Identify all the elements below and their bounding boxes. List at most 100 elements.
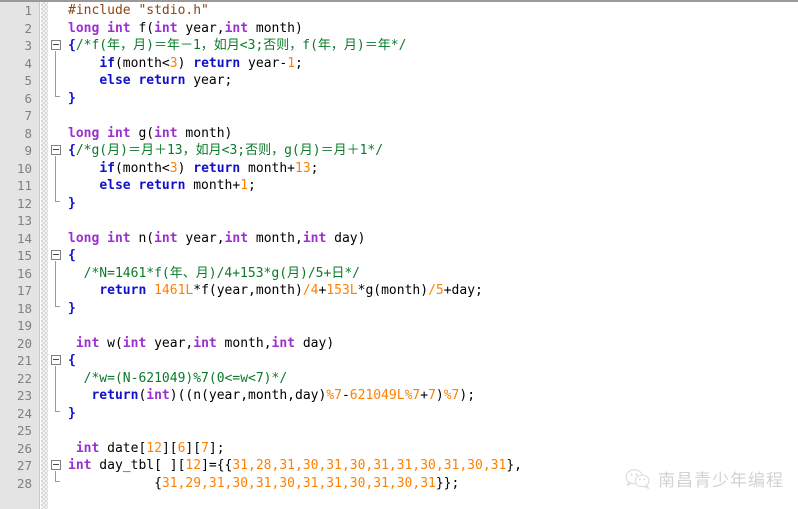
token: 12: [185, 458, 202, 473]
code-line[interactable]: 5 else return year;: [0, 72, 798, 90]
code-line[interactable]: 23 return(int)((n(year,month,day)%7-6210…: [0, 387, 798, 405]
code-text[interactable]: }: [68, 195, 76, 213]
fold-collapse-icon[interactable]: [51, 355, 61, 365]
fold-range-end: [55, 305, 60, 307]
code-line[interactable]: 11 else return month+1;: [0, 177, 798, 195]
code-text[interactable]: else return year;: [68, 72, 232, 90]
line-number: 12: [16, 195, 32, 211]
code-text[interactable]: long int f(int year,int month): [68, 20, 303, 38]
token: ][: [161, 440, 178, 456]
code-text[interactable]: else return month+1;: [68, 177, 256, 195]
code-lines-container[interactable]: 1 #include "stdio.h" 2 long int f(int year,…: [0, 2, 798, 509]
token: ;: [295, 55, 303, 71]
token: /*N=1461*f(年、月)/4+153*g(月)/5+日*/: [83, 265, 360, 281]
token: day): [295, 335, 335, 351]
token: %7: [326, 388, 342, 403]
code-line[interactable]: 2 long int f(int year,int month): [0, 20, 798, 38]
code-line[interactable]: 14 long int n(int year,int month,int day): [0, 230, 798, 248]
code-line[interactable]: 17 return 1461L*f(year,month)/4+153L*g(m…: [0, 282, 798, 300]
code-text[interactable]: if(month<3) return month+13;: [68, 160, 318, 178]
line-number: 5: [24, 73, 32, 88]
token: 31,28,31,30,31,30,31,31,30,31,30,31: [232, 458, 507, 473]
code-text[interactable]: int day_tbl[ ][12]={{31,28,31,30,31,30,3…: [68, 457, 522, 475]
code-text[interactable]: {: [68, 352, 76, 370]
code-text[interactable]: {/*g(月)＝月＋13，如月<3;否则，g(月)＝月＋1*/: [68, 142, 383, 160]
token: 7: [428, 388, 436, 403]
code-line[interactable]: 25: [0, 422, 798, 440]
code-text[interactable]: }: [68, 300, 76, 318]
line-number: 16: [16, 265, 32, 281]
token: 3: [169, 55, 178, 71]
fold-collapse-icon[interactable]: [51, 145, 61, 155]
code-line[interactable]: 4 if(month<3) return year-1;: [0, 55, 798, 73]
code-text[interactable]: }: [68, 405, 76, 423]
line-number: 14: [16, 230, 32, 246]
code-text[interactable]: return 1461L*f(year,month)/4+153L*g(mont…: [68, 282, 483, 300]
code-text[interactable]: if(month<3) return year-1;: [68, 55, 303, 73]
code-line[interactable]: 20 int w(int year,int month,int day): [0, 335, 798, 353]
code-line[interactable]: 10 if(month<3) return month+13;: [0, 160, 798, 178]
code-text[interactable]: #include "stdio.h": [68, 2, 209, 20]
token: *f(year,month): [193, 283, 303, 298]
token: day): [326, 230, 366, 246]
code-line[interactable]: 21 {: [0, 352, 798, 370]
code-text[interactable]: {: [68, 247, 76, 265]
code-text[interactable]: int date[12][6][7];: [68, 440, 225, 458]
token: return: [193, 160, 241, 176]
code-line[interactable]: 15 {: [0, 247, 798, 265]
code-text[interactable]: {31,29,31,30,31,30,31,31,30,31,30,31}};: [68, 475, 459, 493]
token: month+: [185, 178, 241, 193]
code-text[interactable]: long int g(int month): [68, 125, 232, 143]
fold-range-end: [55, 200, 60, 202]
code-line[interactable]: 26 int date[12][6][7];: [0, 440, 798, 458]
code-line[interactable]: 8 long int g(int month): [0, 125, 798, 143]
code-line[interactable]: 3 {/*f(年，月)＝年－1，如月<3;否则，f(年，月)＝年*/: [0, 37, 798, 55]
token: /4: [302, 283, 319, 298]
token: 1461L: [154, 283, 194, 298]
code-line[interactable]: 22 /*w=(N-621049)%7(0<=w<7)*/: [0, 370, 798, 388]
code-line[interactable]: 9 {/*g(月)＝月＋13，如月<3;否则，g(月)＝月＋1*/: [0, 142, 798, 160]
code-text[interactable]: long int n(int year,int month,int day): [68, 230, 365, 248]
token: +day;: [443, 283, 483, 298]
code-text[interactable]: int w(int year,int month,int day): [68, 335, 334, 353]
code-line[interactable]: 18}: [0, 300, 798, 318]
token: {: [68, 475, 162, 491]
code-text[interactable]: /*w=(N-621049)%7(0<=w<7)*/: [68, 370, 288, 388]
code-text[interactable]: return(int)((n(year,month,day)%7-621049L…: [68, 387, 475, 405]
code-text[interactable]: {/*f(年，月)＝年－1，如月<3;否则，f(年，月)＝年*/: [68, 37, 406, 55]
fold-collapse-icon[interactable]: [51, 460, 61, 470]
token: 3: [169, 160, 178, 176]
line-number: 22: [16, 370, 32, 386]
line-number: 27: [16, 458, 32, 473]
code-line[interactable]: 16 /*N=1461*f(年、月)/4+153*g(月)/5+日*/: [0, 265, 798, 283]
code-line[interactable]: 12}: [0, 195, 798, 213]
line-number: 9: [24, 143, 32, 158]
line-number: 28: [16, 475, 32, 491]
fold-collapse-icon[interactable]: [51, 250, 61, 260]
code-line[interactable]: 6}: [0, 90, 798, 108]
code-line[interactable]: 27 int day_tbl[ ][12]={{31,28,31,30,31,30…: [0, 457, 798, 475]
token: if: [99, 160, 115, 176]
fold-collapse-icon[interactable]: [51, 40, 61, 50]
code-line[interactable]: 28 {31,29,31,30,31,30,31,31,30,31,30,31}…: [0, 475, 798, 493]
fold-range-line: [55, 51, 56, 96]
token: }: [68, 195, 76, 211]
line-number: 1: [24, 3, 32, 18]
source-editor[interactable]: 1 #include "stdio.h" 2 long int f(int year,…: [0, 2, 798, 509]
code-line[interactable]: 7: [0, 107, 798, 125]
token: +: [420, 388, 429, 403]
token: int: [75, 440, 100, 456]
token: /*g(月)＝月＋13，如月<3;否则，g(月)＝月＋1*/: [75, 143, 384, 158]
code-line[interactable]: 24}: [0, 405, 798, 423]
code-line[interactable]: 13: [0, 212, 798, 230]
code-text[interactable]: /*N=1461*f(年、月)/4+153*g(月)/5+日*/: [68, 265, 360, 283]
token: ): [435, 388, 444, 403]
code-line[interactable]: 19: [0, 317, 798, 335]
code-line[interactable]: 1 #include "stdio.h": [0, 2, 798, 20]
token: %7: [443, 388, 460, 403]
code-text[interactable]: }: [68, 90, 76, 108]
token: month,: [248, 230, 303, 246]
